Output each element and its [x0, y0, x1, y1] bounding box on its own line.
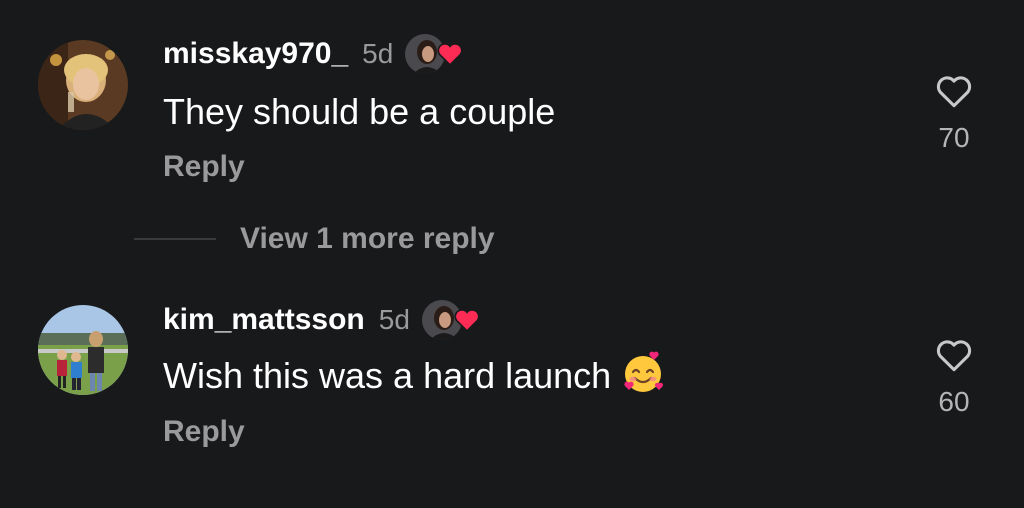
view-more-replies[interactable]: View 1 more reply: [134, 222, 495, 256]
view-more-replies-label[interactable]: View 1 more reply: [240, 222, 495, 256]
like-heart-icon[interactable]: [935, 338, 973, 372]
username[interactable]: misskay970_: [163, 37, 348, 71]
comment-text: They should be a couple: [163, 91, 556, 132]
username[interactable]: kim_mattsson: [163, 303, 365, 337]
comment-text: Wish this was a hard launch: [163, 355, 612, 396]
like-count: 70: [938, 122, 970, 153]
timestamp: 5d: [378, 304, 410, 335]
heart-icon: [454, 309, 480, 332]
timestamp: 5d: [362, 38, 394, 69]
avatar[interactable]: [38, 305, 128, 395]
smiling-face-with-hearts-icon: [621, 350, 665, 403]
like-heart-icon[interactable]: [935, 74, 973, 108]
reply-button[interactable]: Reply: [163, 415, 245, 449]
creator-liked-badge: [405, 34, 467, 74]
creator-liked-badge: [421, 300, 484, 340]
divider: [134, 238, 216, 240]
avatar[interactable]: [38, 40, 128, 130]
reply-button[interactable]: Reply: [163, 150, 245, 184]
like-count: 60: [938, 386, 970, 417]
heart-icon: [437, 43, 463, 66]
